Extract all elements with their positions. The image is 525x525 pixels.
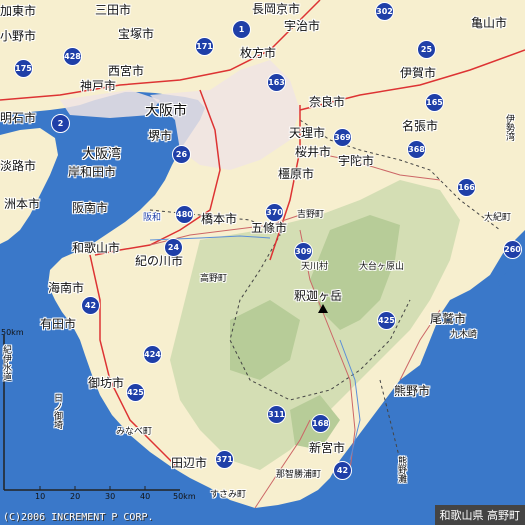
- scale-tick-30: 30: [105, 492, 116, 501]
- route-shield-168[interactable]: 168: [311, 414, 330, 433]
- mountain-label-odaigahara[interactable]: 大台ヶ原山: [359, 263, 404, 272]
- peak-marker: [318, 304, 328, 313]
- scale-tick-20: 20: [70, 492, 81, 501]
- route-shield-480[interactable]: 480: [175, 205, 194, 224]
- route-shield-425-b[interactable]: 425: [126, 383, 145, 402]
- route-shield-163[interactable]: 163: [267, 73, 286, 92]
- peak-label-shakagatake[interactable]: 釈迦ヶ岳: [294, 290, 342, 302]
- route-shield-2[interactable]: 2: [51, 114, 70, 133]
- route-shield-309[interactable]: 309: [294, 242, 313, 261]
- scale-tick-10: 10: [35, 492, 46, 501]
- road-label-hanwa: 阪和: [143, 213, 162, 223]
- sea-label-kumanonada: 熊野灘: [396, 456, 406, 483]
- city-label-kameyama[interactable]: 亀山市: [471, 17, 507, 29]
- city-label-wakayama[interactable]: 和歌山市: [72, 242, 120, 254]
- city-label-sumoto[interactable]: 洲本市: [4, 198, 40, 210]
- city-label-gobo[interactable]: 御坊市: [88, 377, 124, 389]
- city-label-kumano[interactable]: 熊野市: [394, 385, 430, 397]
- city-label-kinokawa[interactable]: 紀の川市: [135, 255, 183, 267]
- city-label-uji[interactable]: 宇治市: [284, 20, 320, 32]
- scale-unit-label: 50km: [1, 328, 24, 337]
- route-shield-369[interactable]: 369: [333, 128, 352, 147]
- route-shield-25[interactable]: 25: [417, 40, 436, 59]
- town-label-koya[interactable]: 高野町: [200, 275, 227, 284]
- town-label-susami[interactable]: すさみ町: [210, 491, 246, 500]
- town-label-nachikatsuura[interactable]: 那智勝浦町: [276, 471, 321, 480]
- city-label-uda[interactable]: 宇陀市: [338, 155, 374, 167]
- route-shield-26[interactable]: 26: [172, 145, 191, 164]
- city-label-hannan[interactable]: 阪南市: [72, 202, 108, 214]
- city-label-gojo[interactable]: 五條市: [251, 222, 287, 234]
- route-shield-428[interactable]: 428: [63, 47, 82, 66]
- town-label-yoshino[interactable]: 吉野町: [297, 211, 324, 220]
- city-label-tanabe[interactable]: 田辺市: [171, 457, 207, 469]
- city-label-arida[interactable]: 有田市: [40, 318, 76, 330]
- cape-label-kuki[interactable]: 九木崎: [450, 331, 477, 340]
- route-shield-425-a[interactable]: 425: [377, 311, 396, 330]
- route-shield-368[interactable]: 368: [407, 140, 426, 159]
- route-shield-165[interactable]: 165: [425, 93, 444, 112]
- route-shield-175[interactable]: 175: [14, 59, 33, 78]
- city-label-nishinomiya[interactable]: 西宮市: [108, 65, 144, 77]
- city-label-kobe[interactable]: 神戸市: [80, 80, 116, 92]
- city-label-akashi[interactable]: 明石市: [0, 112, 36, 124]
- map-base-layer: [0, 0, 525, 525]
- bay-label-isewan: 伊勢湾: [504, 114, 514, 141]
- city-label-kishiwada[interactable]: 岸和田市: [68, 166, 116, 178]
- town-label-minabe[interactable]: みなべ町: [116, 428, 152, 437]
- cape-label-hinomisaki[interactable]: 日ノ御埼: [52, 393, 62, 429]
- map-canvas[interactable]: 50km 10 20 30 40 50km 加東市 三田市 長岡京市 宇治市 亀…: [0, 0, 525, 525]
- city-label-awaji[interactable]: 淡路市: [0, 160, 36, 172]
- route-shield-1[interactable]: 1: [232, 20, 251, 39]
- city-label-sanda[interactable]: 三田市: [95, 4, 131, 16]
- city-label-shingu[interactable]: 新宮市: [309, 442, 345, 454]
- city-label-nagaokakyo[interactable]: 長岡京市: [252, 3, 300, 15]
- city-label-kato[interactable]: 加東市: [0, 5, 36, 17]
- village-label-tenkawa[interactable]: 天川村: [301, 263, 328, 272]
- city-label-iga[interactable]: 伊賀市: [400, 67, 436, 79]
- route-shield-24[interactable]: 24: [164, 238, 183, 257]
- city-label-hirakata[interactable]: 枚方市: [240, 47, 276, 59]
- route-shield-371[interactable]: 371: [215, 450, 234, 469]
- route-shield-166[interactable]: 166: [457, 178, 476, 197]
- city-label-osaka[interactable]: 大阪市: [145, 104, 187, 118]
- route-shield-302[interactable]: 302: [375, 2, 394, 21]
- city-label-nabari[interactable]: 名張市: [402, 120, 438, 132]
- city-label-hashimoto[interactable]: 橋本市: [201, 213, 237, 225]
- sea-label-osakawan: 大阪湾: [82, 147, 122, 162]
- city-label-owase[interactable]: 尾鷲市: [430, 313, 466, 325]
- scale-end-label: 50km: [173, 492, 196, 501]
- city-label-tenri[interactable]: 天理市: [289, 127, 325, 139]
- area-label: 和歌山県 高野町: [434, 505, 525, 525]
- copyright-notice: (C)2006 INCREMENT P CORP.: [3, 512, 154, 523]
- route-shield-42-a[interactable]: 42: [81, 296, 100, 315]
- route-shield-42-b[interactable]: 42: [333, 461, 352, 480]
- route-shield-260[interactable]: 260: [503, 240, 522, 259]
- route-shield-311[interactable]: 311: [267, 405, 286, 424]
- city-label-kashihara[interactable]: 橿原市: [278, 168, 314, 180]
- city-label-ono[interactable]: 小野市: [0, 30, 36, 42]
- city-label-sakai[interactable]: 堺市: [148, 130, 172, 142]
- city-label-kainan[interactable]: 海南市: [48, 282, 84, 294]
- route-shield-370[interactable]: 370: [265, 203, 284, 222]
- sea-label-kiisuido: 紀伊水道: [1, 345, 11, 381]
- city-label-nara[interactable]: 奈良市: [309, 96, 345, 108]
- route-shield-171[interactable]: 171: [195, 37, 214, 56]
- city-label-takarazuka[interactable]: 宝塚市: [118, 28, 154, 40]
- route-shield-424[interactable]: 424: [143, 345, 162, 364]
- city-label-sakurai[interactable]: 桜井市: [295, 146, 331, 158]
- scale-tick-40: 40: [140, 492, 151, 501]
- town-label-taiki[interactable]: 大紀町: [484, 214, 511, 223]
